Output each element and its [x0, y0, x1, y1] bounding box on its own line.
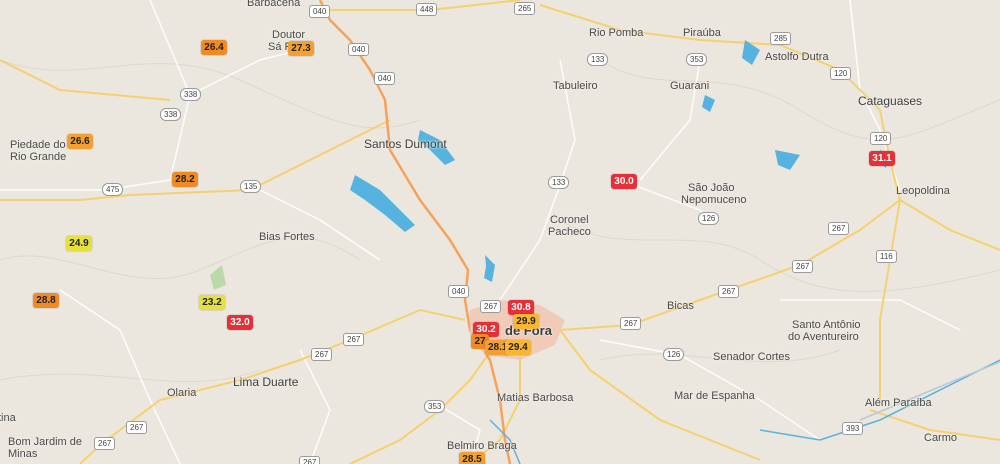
- city-label: Bom Jardim de: [8, 436, 82, 448]
- city-label: Minas: [8, 448, 38, 460]
- road-shield: 040: [309, 5, 331, 18]
- temperature-marker[interactable]: 29.9: [513, 314, 539, 329]
- city-label: do Aventureiro: [788, 331, 859, 343]
- temperature-marker[interactable]: 24.9: [66, 236, 92, 251]
- city-label: Barbacena: [247, 0, 301, 9]
- road-shield: 120: [830, 67, 852, 80]
- city-label: Pacheco: [548, 226, 591, 238]
- road-shield: 126: [663, 348, 685, 361]
- road-shield: 267: [94, 437, 116, 450]
- city-label: Rio Pomba: [589, 27, 644, 39]
- temperature-marker[interactable]: 32.0: [227, 315, 253, 330]
- city-label: Piraúba: [683, 27, 721, 39]
- city-label: Leopoldina: [896, 185, 950, 197]
- road-shield: 040: [448, 285, 470, 298]
- city-label: tina: [0, 412, 16, 424]
- city-label: Tabuleiro: [553, 80, 598, 92]
- road-shield: 285: [770, 32, 792, 45]
- city-label: Piedade do: [10, 139, 66, 151]
- city-label: Belmiro Braga: [447, 440, 517, 452]
- road-shield: 267: [620, 317, 642, 330]
- road-shield: 267: [343, 333, 365, 346]
- city-label: Carmo: [924, 432, 958, 444]
- road-shield: 448: [416, 3, 438, 16]
- road-shield: 353: [686, 53, 708, 66]
- road-shield: 393: [842, 422, 864, 435]
- road-shield: 126: [698, 212, 720, 225]
- road-shield: 133: [548, 176, 570, 189]
- temperature-marker[interactable]: 28.2: [172, 172, 198, 187]
- city-label: Santo Antônio: [792, 319, 861, 331]
- road-shield: 267: [126, 421, 148, 434]
- road-shield: 267: [311, 348, 333, 361]
- city-label: Bias Fortes: [259, 231, 315, 243]
- city-label: Senador Cortes: [713, 351, 791, 363]
- temperature-marker[interactable]: 31.1: [869, 151, 895, 166]
- city-label: Lima Duarte: [233, 375, 299, 389]
- road-shield: 267: [718, 285, 740, 298]
- temperature-marker[interactable]: 29.4: [505, 340, 531, 355]
- city-label: Astolfo Dutra: [765, 51, 829, 63]
- city-label: Mar de Espanha: [674, 390, 755, 402]
- temperature-marker[interactable]: 26.4: [201, 40, 227, 55]
- road-shield: 135: [240, 180, 262, 193]
- road-shield: 267: [792, 260, 814, 273]
- road-shield: 267: [299, 456, 321, 464]
- road-shield: 338: [160, 108, 182, 121]
- temperature-marker[interactable]: 27.3: [288, 41, 314, 56]
- city-label: Bicas: [667, 300, 694, 312]
- city-label: Coronel: [550, 214, 589, 226]
- road-shield: 353: [424, 400, 446, 413]
- city-label: São João: [688, 182, 735, 194]
- temperature-marker[interactable]: 23.2: [199, 295, 225, 310]
- city-label: Além Paraíba: [865, 397, 932, 409]
- road-shield: 267: [480, 300, 502, 313]
- road-shield: 040: [374, 72, 396, 85]
- road-shield: 265: [514, 2, 536, 15]
- map-view[interactable]: Barbacena Doutor Sá Fora Rio Pomba Piraú…: [0, 0, 1000, 464]
- temperature-marker[interactable]: 28.8: [33, 293, 59, 308]
- city-label: Matias Barbosa: [497, 392, 574, 404]
- road-shield: 475: [102, 183, 124, 196]
- temperature-marker[interactable]: 28.5: [459, 452, 485, 464]
- road-shield: 133: [587, 53, 609, 66]
- temperature-marker[interactable]: 26.6: [67, 134, 93, 149]
- temperature-marker[interactable]: 30.8: [508, 300, 534, 315]
- road-shield: 040: [348, 43, 370, 56]
- road-shield: 116: [876, 250, 897, 263]
- city-label: Santos Dumont: [364, 137, 447, 151]
- city-label: Rio Grande: [10, 151, 67, 163]
- city-label: Doutor: [272, 29, 306, 41]
- city-label: Cataguases: [858, 94, 923, 108]
- city-label: Nepomuceno: [681, 194, 747, 206]
- city-label: Olaria: [167, 387, 197, 399]
- temperature-marker[interactable]: 30.0: [611, 174, 637, 189]
- city-label: Guarani: [670, 80, 710, 92]
- road-shield: 338: [180, 88, 202, 101]
- road-shield: 120: [870, 132, 892, 145]
- road-shield: 267: [828, 222, 850, 235]
